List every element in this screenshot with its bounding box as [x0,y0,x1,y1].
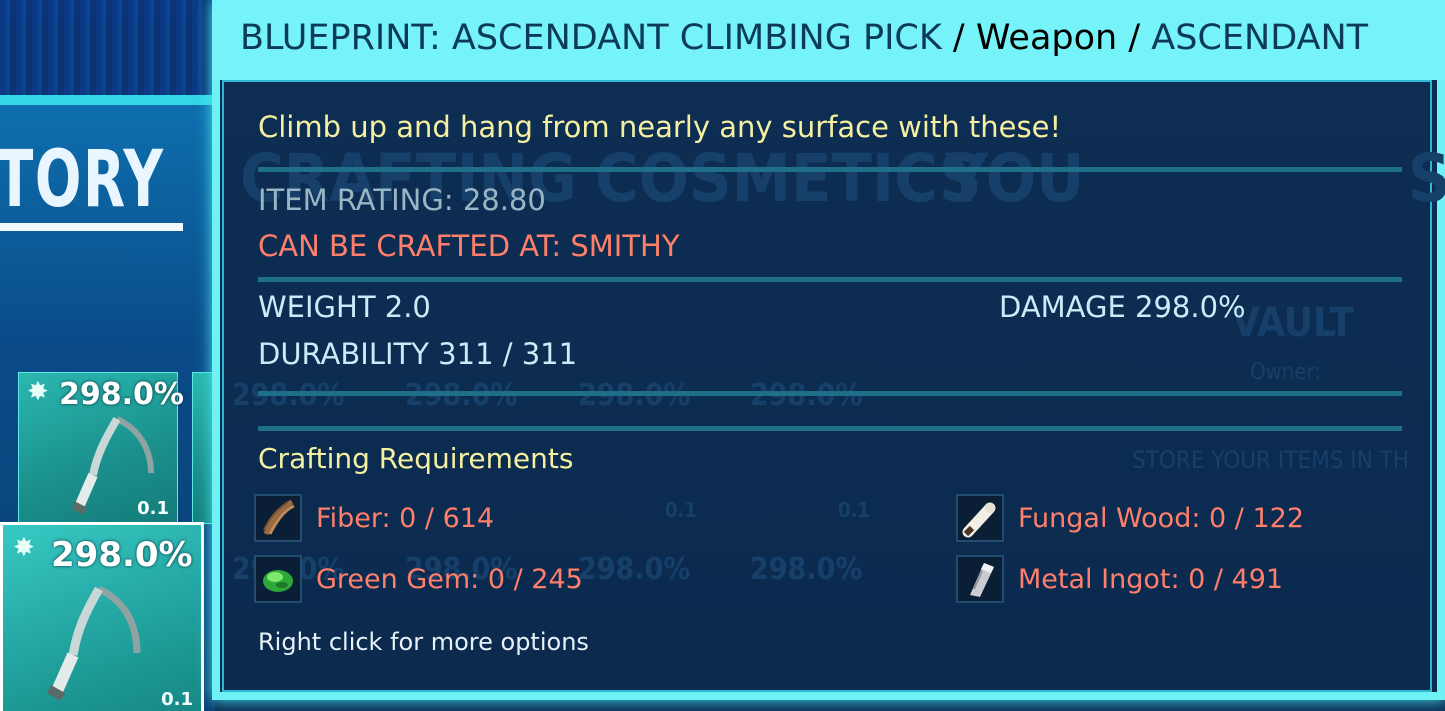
requirement-label: Metal Ingot: 0 / 491 [1018,563,1284,595]
metal-ingot-icon [956,555,1004,603]
item-damage: DAMAGE 298.0% [999,290,1246,324]
fungal-wood-icon [956,494,1004,542]
climbing-pick-icon [46,585,141,700]
ghost-slot-damage: 298.0% [578,552,691,587]
item-rating: ITEM RATING: 28.80 [258,183,546,217]
requirement-green-gem: Green Gem: 0 / 245 [254,555,583,603]
slot-weight: 0.1 [161,689,193,710]
ghost-vault-hint: STORE YOUR ITEMS IN TH [1132,446,1410,474]
ghost-tab-cosmetics: COSMETICS [595,140,982,217]
inventory-title: TORY [0,135,165,225]
ghost-slot-damage: 298.0% [750,552,863,587]
damage-burst-icon: ✸ [13,533,35,563]
inventory-header-strip [0,95,215,105]
inventory-title-underline [0,223,183,231]
slot-weight: 0.1 [137,498,169,519]
divider [258,391,1402,396]
divider [258,277,1402,282]
fiber-icon [254,494,302,542]
item-quality: ASCENDANT [1151,18,1369,58]
ghost-slot-weight: 0.1 [838,498,870,522]
item-durability: DURABILITY 311 / 311 [258,337,578,371]
ghost-vault-title: VAULT [1232,300,1354,346]
item-description: Climb up and hang from nearly any surfac… [258,110,1062,144]
requirement-label: Fungal Wood: 0 / 122 [1018,502,1304,534]
title-separator: / [952,18,965,58]
requirement-fiber: Fiber: 0 / 614 [254,494,494,542]
title-separator: / [1128,18,1141,58]
slot-damage: 298.0% [59,377,184,412]
damage-burst-icon: ✸ [27,377,49,407]
crafting-requirements-header: Crafting Requirements [258,442,574,475]
ghost-tab-you: YOU [945,140,1085,217]
ghost-vault-owner: Owner: [1250,360,1321,385]
item-category: Weapon [975,18,1118,58]
requirement-label: Fiber: 0 / 614 [316,502,495,534]
requirement-fungal-wood: Fungal Wood: 0 / 122 [956,494,1304,542]
divider [258,167,1402,172]
crafted-at: CAN BE CRAFTED AT: SMITHY [258,229,680,263]
inventory-slot-selected[interactable]: ✸ 298.0% 0.1 [0,522,204,711]
green-gem-icon [254,555,302,603]
right-click-hint: Right click for more options [258,628,589,656]
ghost-slot-weight: 0.1 [665,498,697,522]
slot-damage: 298.0% [51,535,193,575]
inventory-slot[interactable]: ✸ 298.0% 0.1 [18,372,184,524]
ghost-tab-s: S [1408,140,1445,217]
requirement-label: Green Gem: 0 / 245 [316,563,583,595]
divider [258,426,1402,431]
inventory-panel: TORY ✸ 298.0% 0.1 ✸ 298.0% 0.1 [0,0,215,711]
inventory-top-band [0,0,215,95]
requirement-metal-ingot: Metal Ingot: 0 / 491 [956,555,1283,603]
item-name: BLUEPRINT: ASCENDANT CLIMBING PICK [240,18,942,58]
item-weight: WEIGHT 2.0 [258,290,431,324]
tooltip-title: BLUEPRINT: ASCENDANT CLIMBING PICK / Wea… [240,18,1368,58]
